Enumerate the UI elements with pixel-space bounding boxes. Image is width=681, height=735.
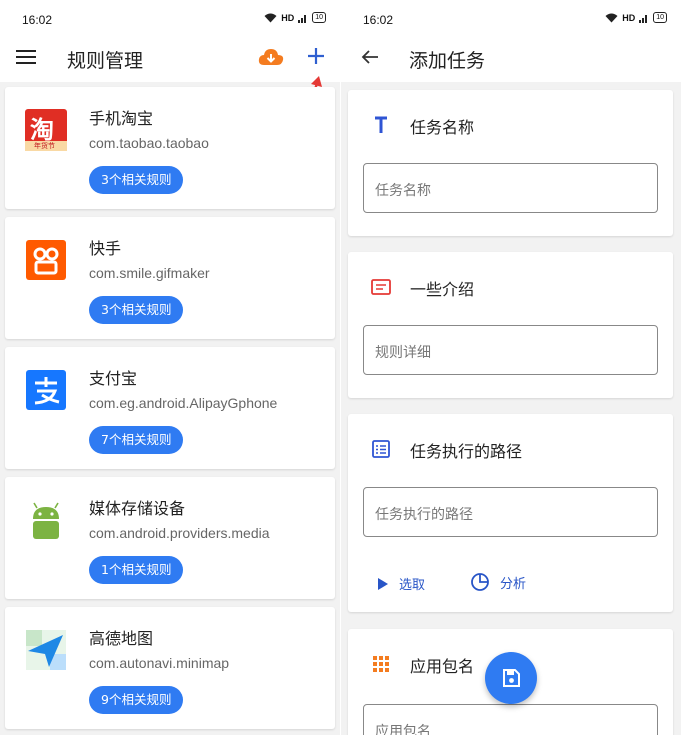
input-placeholder: 任务名称 [375, 183, 431, 199]
package-name-input[interactable]: 应用包名 [363, 704, 658, 735]
top-app-bar: 添加任务 [341, 38, 681, 82]
cloud-download-icon[interactable] [258, 46, 284, 68]
app-name: 媒体存储设备 [89, 499, 186, 518]
menu-icon[interactable] [16, 50, 36, 66]
section-title: 任务执行的路径 [410, 442, 523, 461]
section-title: 应用包名 [410, 657, 475, 676]
app-package: com.android.providers.media [89, 525, 270, 541]
related-rules-button[interactable]: 9个相关规则 [89, 686, 184, 714]
related-rules-button[interactable]: 1个相关规则 [89, 556, 184, 584]
analyze-label: 分析 [500, 576, 527, 592]
app-name: 高德地图 [89, 629, 154, 648]
network-label: HD [622, 12, 636, 23]
play-icon [378, 577, 388, 590]
page-title: 规则管理 [67, 50, 144, 72]
input-placeholder: 任务执行的路径 [375, 507, 473, 523]
app-package: com.autonavi.minimap [89, 655, 230, 671]
add-icon[interactable] [304, 44, 328, 68]
amap-icon [26, 630, 66, 670]
intro-section: 一些介绍 规则详细 [348, 252, 673, 398]
app-package: com.eg.android.AlipayGphone [89, 395, 278, 411]
app-package: com.taobao.taobao [89, 135, 209, 151]
select-button[interactable]: 选取 [377, 574, 425, 593]
android-icon [33, 502, 59, 539]
section-title: 一些介绍 [410, 280, 475, 299]
taobao-badge-text: 淘 [30, 116, 54, 144]
kuaishou-icon [26, 240, 66, 280]
app-name: 手机淘宝 [89, 109, 154, 128]
wifi-icon [264, 13, 277, 22]
section-title: 任务名称 [410, 118, 475, 137]
app-card-taobao[interactable]: 淘 年货节 手机淘宝 com.taobao.taobao 3个相关规则 [5, 87, 335, 209]
top-app-bar: 规则管理 [0, 38, 340, 82]
battery-icon: 10 [653, 12, 667, 23]
status-bar: 16:02 HD 10 [0, 0, 340, 38]
rule-management-screen: 16:02 HD 10 规则管理 淘 年货节 手机淘宝 com.taobao.t [0, 0, 340, 735]
signal-icon [639, 14, 648, 23]
wifi-icon [605, 13, 618, 22]
status-icons: HD 10 [605, 12, 667, 23]
related-rules-button[interactable]: 3个相关规则 [89, 296, 184, 324]
app-card-alipay[interactable]: 支付宝 com.eg.android.AlipayGphone 7个相关规则 [5, 347, 335, 469]
status-icons: HD 10 [264, 12, 326, 23]
add-task-screen: 16:02 HD 10 添加任务 任务名称 任务名称 一些介绍 规则详细 任务执… [341, 0, 681, 735]
alipay-icon [26, 370, 66, 410]
apps-grid-icon [373, 656, 389, 672]
text-format-icon [375, 116, 387, 133]
pie-chart-icon [471, 573, 489, 591]
rule-detail-input[interactable]: 规则详细 [363, 325, 658, 375]
status-bar: 16:02 HD 10 [341, 0, 681, 38]
select-label: 选取 [399, 578, 426, 593]
status-time: 16:02 [22, 13, 53, 27]
save-button[interactable] [485, 652, 537, 704]
app-card-kuaishou[interactable]: 快手 com.smile.gifmaker 3个相关规则 [5, 217, 335, 339]
description-card-icon [371, 279, 391, 295]
input-placeholder: 应用包名 [375, 724, 431, 735]
path-section: 任务执行的路径 任务执行的路径 选取 分析 [348, 414, 673, 612]
status-time: 16:02 [363, 13, 394, 27]
analyze-button[interactable]: 分析 [470, 572, 526, 592]
task-name-section: 任务名称 任务名称 [348, 90, 673, 236]
input-placeholder: 规则详细 [375, 345, 431, 361]
back-arrow-icon[interactable] [359, 46, 381, 68]
task-path-input[interactable]: 任务执行的路径 [363, 487, 658, 537]
related-rules-button[interactable]: 7个相关规则 [89, 426, 184, 454]
taobao-sub-text: 年货节 [34, 142, 55, 150]
task-name-input[interactable]: 任务名称 [363, 163, 658, 213]
app-package: com.smile.gifmaker [89, 265, 210, 281]
signal-icon [298, 14, 307, 23]
save-icon [503, 669, 520, 687]
battery-icon: 10 [312, 12, 326, 23]
app-name: 支付宝 [89, 369, 138, 388]
app-card-amap[interactable]: 高德地图 com.autonavi.minimap 9个相关规则 [5, 607, 335, 729]
list-icon [372, 440, 390, 458]
related-rules-button[interactable]: 3个相关规则 [89, 166, 184, 194]
app-card-media-storage[interactable]: 媒体存储设备 com.android.providers.media 1个相关规… [5, 477, 335, 599]
page-title: 添加任务 [409, 50, 486, 72]
network-label: HD [281, 12, 295, 23]
app-name: 快手 [89, 239, 122, 258]
